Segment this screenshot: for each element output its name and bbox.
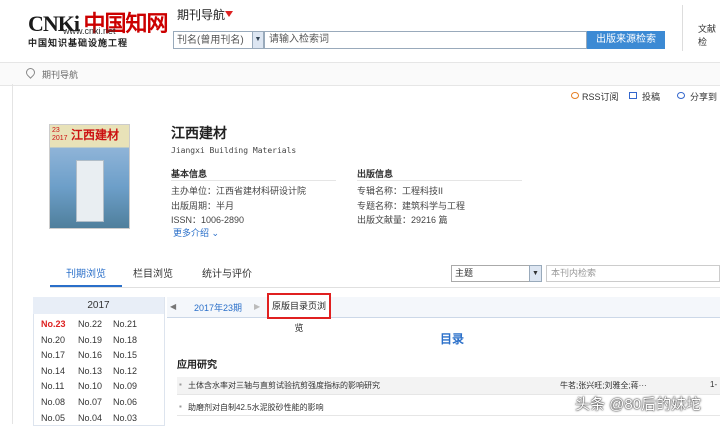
- toc-section-title: 应用研究: [177, 360, 217, 371]
- search-button[interactable]: 出版来源检索: [587, 31, 665, 49]
- breadcrumb-label[interactable]: 期刊导航: [42, 68, 78, 81]
- issue-link[interactable]: No.07: [78, 397, 118, 407]
- chevron-down-icon[interactable]: ▼: [529, 265, 542, 282]
- issue-link[interactable]: No.09: [113, 381, 153, 391]
- journal-title-en: Jiangxi Building Materials: [171, 146, 297, 155]
- issue-link[interactable]: No.10: [78, 381, 118, 391]
- issn: ISSN：1006-2890: [171, 215, 245, 225]
- tab-issue-browse[interactable]: 刊期浏览: [50, 262, 122, 287]
- bullet-icon: ▪: [179, 402, 182, 411]
- submit-link[interactable]: 投稿: [642, 90, 660, 103]
- breadcrumb: [0, 62, 720, 86]
- cover-title: 江西建材: [71, 128, 120, 142]
- chevron-down-icon[interactable]: ▼: [252, 31, 264, 49]
- issue-link[interactable]: No.08: [41, 397, 81, 407]
- issue-link[interactable]: No.19: [78, 335, 118, 345]
- cover-building-image: [76, 160, 104, 222]
- in-journal-search-input[interactable]: 本刊内检索: [546, 265, 720, 282]
- issue-link[interactable]: No.14: [41, 366, 81, 376]
- tabs-divider: [50, 287, 720, 288]
- issue-link[interactable]: No.05: [41, 413, 81, 423]
- more-intro-link[interactable]: 更多介绍 ⌄: [173, 226, 219, 239]
- logo-url: www.cnki.net: [63, 26, 116, 36]
- header-divider: [682, 5, 683, 51]
- issue-link[interactable]: No.21: [113, 319, 153, 329]
- article-title[interactable]: 助磨剂对自制42.5水泥胶砂性能的影响: [188, 402, 324, 413]
- sponsor: 主办单位：江西省建材科研设计院: [171, 186, 307, 196]
- publish-cycle: 出版周期：半月: [171, 201, 235, 211]
- original-toc-button[interactable]: 原版目录页浏览: [267, 293, 331, 333]
- issue-link[interactable]: No.20: [41, 335, 81, 345]
- watermark: 头条 @80后的妹坨: [575, 396, 702, 413]
- pub-info-heading: 出版信息: [357, 167, 522, 181]
- toc-title: 目录: [440, 332, 465, 346]
- nav-title[interactable]: 期刊导航: [177, 6, 225, 23]
- issue-link[interactable]: No.03: [113, 413, 153, 423]
- article-count: 出版文献量：29216 篇: [357, 215, 448, 225]
- rss-icon: [571, 92, 579, 99]
- issue-link[interactable]: No.06: [113, 397, 153, 407]
- article-authors[interactable]: 牛茗;张兴旺;刘雅全;蒋···: [560, 380, 647, 391]
- rss-link[interactable]: RSS订阅: [582, 90, 619, 103]
- article-page: 1-: [710, 380, 718, 389]
- next-issue-icon[interactable]: ▶: [254, 302, 260, 311]
- issue-link[interactable]: No.15: [113, 350, 153, 360]
- issue-link[interactable]: No.13: [78, 366, 118, 376]
- search-scope-select[interactable]: 刊名(曾用刊名): [173, 31, 263, 49]
- year-header[interactable]: 2017: [33, 297, 164, 314]
- issue-link[interactable]: No.12: [113, 366, 153, 376]
- issue-link[interactable]: No.16: [78, 350, 118, 360]
- issue-nav-bar: [167, 297, 720, 318]
- issue-link[interactable]: No.22: [78, 319, 118, 329]
- basic-info-heading: 基本信息: [171, 167, 336, 181]
- prev-issue-icon[interactable]: ◀: [170, 302, 176, 311]
- current-issue-tab[interactable]: 2017年23期: [194, 301, 242, 314]
- subject-name: 专题名称：建筑科学与工程: [357, 201, 466, 211]
- bullet-icon: ▪: [179, 380, 182, 389]
- mail-icon: [629, 92, 637, 99]
- issue-link[interactable]: No.18: [113, 335, 153, 345]
- cover-issue: 23 2017: [52, 127, 68, 142]
- tab-column-browse[interactable]: 栏目浏览: [122, 262, 184, 287]
- issue-link[interactable]: No.11: [41, 381, 81, 391]
- share-link[interactable]: 分享到: [690, 90, 717, 103]
- chevron-down-icon: ⌄: [209, 228, 220, 238]
- journal-title: 江西建材: [171, 125, 227, 141]
- tab-statistics[interactable]: 统计与评价: [192, 262, 262, 287]
- nav-dropdown-icon[interactable]: [225, 11, 233, 17]
- collection-name: 专辑名称：工程科技II: [357, 186, 444, 196]
- issue-link[interactable]: No.23: [41, 319, 81, 329]
- issue-link[interactable]: No.04: [78, 413, 118, 423]
- logo-tagline: 中国知识基础设施工程: [28, 38, 129, 48]
- literature-search-link[interactable]: 文献检: [698, 22, 720, 48]
- search-input[interactable]: 请输入检索词: [264, 31, 587, 49]
- issue-link[interactable]: No.17: [41, 350, 81, 360]
- article-title[interactable]: 土体含水率对三轴与直剪试验抗剪强度指标的影响研究: [188, 380, 380, 391]
- share-icon: [677, 92, 685, 99]
